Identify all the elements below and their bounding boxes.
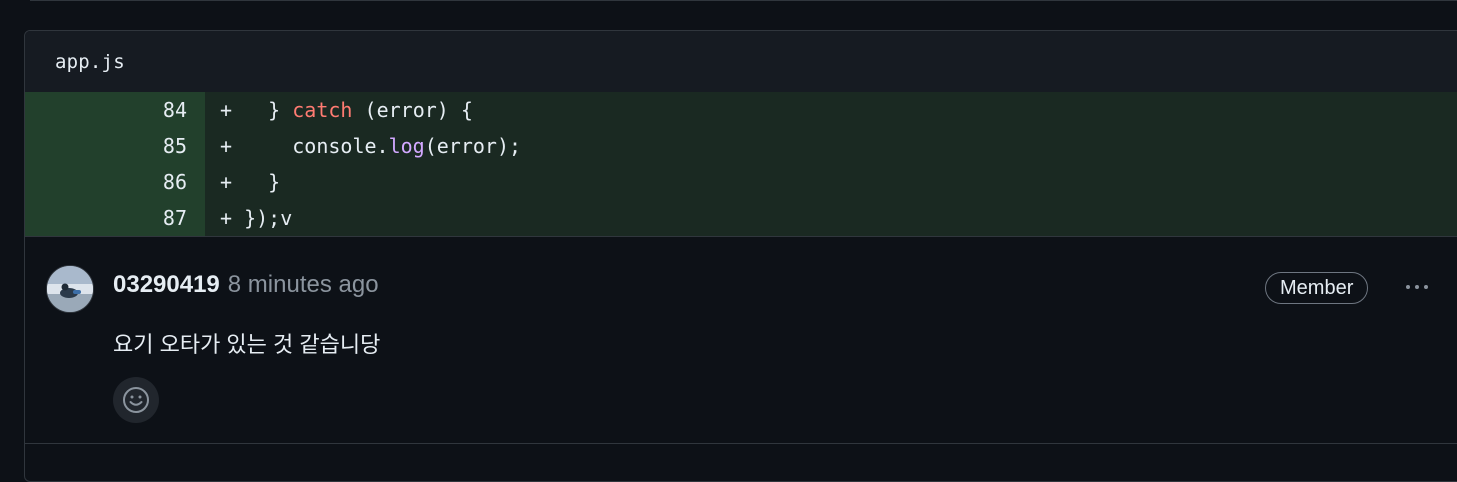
smiley-icon bbox=[123, 387, 149, 413]
kebab-horizontal-icon bbox=[1406, 285, 1410, 289]
diff-added-marker: + bbox=[220, 98, 233, 122]
add-reaction-button[interactable] bbox=[113, 377, 159, 423]
code-line: + } catch (error) { bbox=[205, 92, 473, 128]
code-line: + } bbox=[205, 164, 280, 200]
diff-line: 86 + } bbox=[25, 164, 1457, 200]
diff-line: 87 + });v bbox=[25, 200, 1457, 236]
diff-added-marker: + bbox=[220, 134, 233, 158]
comment-header: 03290419 8 minutes ago bbox=[113, 271, 379, 299]
role-badge: Member bbox=[1265, 272, 1369, 304]
diff-added-marker: + bbox=[220, 170, 233, 194]
diff-added-marker: + bbox=[220, 206, 233, 230]
comment-divider bbox=[25, 443, 1457, 444]
code-line: + console.log(error); bbox=[205, 128, 521, 164]
code-token: } bbox=[244, 170, 281, 194]
avatar[interactable] bbox=[46, 265, 94, 313]
line-number[interactable]: 84 bbox=[25, 92, 205, 128]
function-token: log bbox=[388, 134, 425, 158]
line-number[interactable]: 85 bbox=[25, 128, 205, 164]
code-token: console. bbox=[244, 134, 389, 158]
top-divider bbox=[30, 0, 1457, 1]
author-name[interactable]: 03290419 bbox=[113, 271, 220, 299]
review-comment-thread: app.js 84 + } catch (error) {85 + console.… bbox=[24, 30, 1457, 482]
comment-options-button[interactable] bbox=[1400, 272, 1434, 302]
diff-line: 85 + console.log(error); bbox=[25, 128, 1457, 164]
code-token: } bbox=[244, 98, 293, 122]
line-number[interactable]: 86 bbox=[25, 164, 205, 200]
comment-timestamp[interactable]: 8 minutes ago bbox=[228, 271, 379, 299]
kebab-horizontal-icon bbox=[1415, 285, 1419, 289]
code-token: (error); bbox=[424, 134, 522, 158]
avatar-photo bbox=[47, 266, 93, 312]
file-name[interactable]: app.js bbox=[55, 51, 125, 73]
comment: 03290419 8 minutes ago Member 요기 오타가 있는 … bbox=[25, 237, 1457, 445]
code-line: + });v bbox=[205, 200, 292, 236]
line-number[interactable]: 87 bbox=[25, 200, 205, 236]
diff-hunk: 84 + } catch (error) {85 + console.log(err… bbox=[25, 92, 1457, 236]
kebab-horizontal-icon bbox=[1424, 285, 1428, 289]
comment-body: 요기 오타가 있는 것 같습니당 bbox=[113, 332, 381, 357]
diff-line: 84 + } catch (error) { bbox=[25, 92, 1457, 128]
code-token: });v bbox=[244, 206, 293, 230]
file-header: app.js bbox=[25, 31, 1457, 92]
code-token: (error) { bbox=[352, 98, 473, 122]
keyword-token: catch bbox=[292, 98, 353, 122]
